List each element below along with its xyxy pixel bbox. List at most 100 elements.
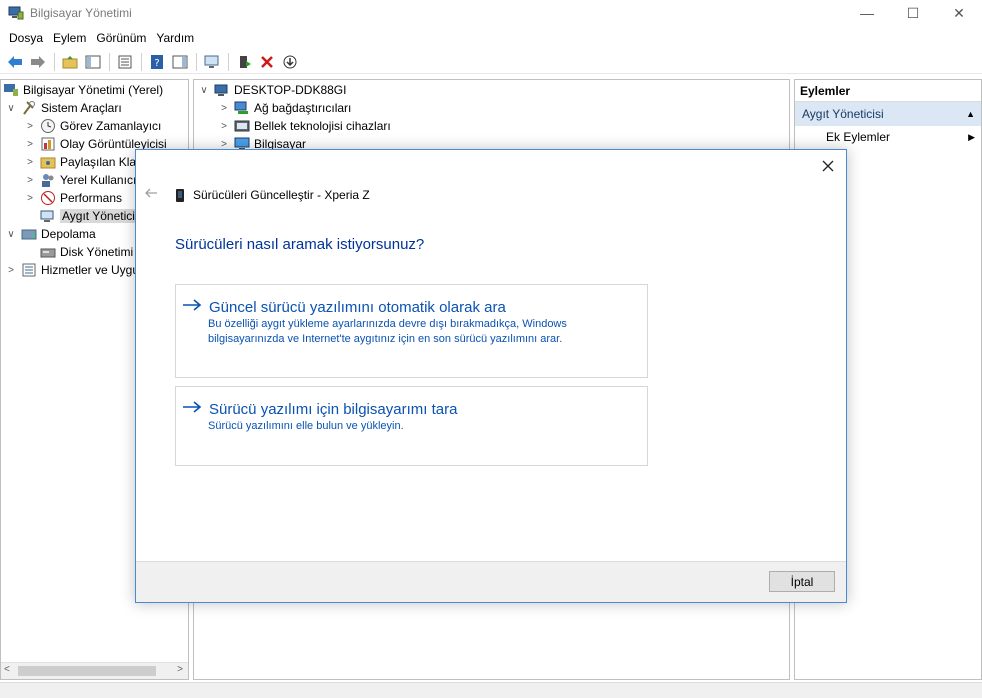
back-arrow-icon[interactable] [144,186,158,202]
chevron-right-icon[interactable]: > [218,121,230,132]
chevron-down-icon[interactable]: ∨ [198,85,210,96]
browse-computer-option[interactable]: Sürücü yazılımı için bilgisayarımı tara … [175,386,648,466]
tree-item-disk-management[interactable]: Disk Yönetimi [40,243,133,261]
minimize-button[interactable]: — [844,0,890,26]
more-actions-item[interactable]: Ek Eylemler ▶ [795,126,981,148]
svg-text:?: ? [154,58,159,69]
tree-item-system-tools[interactable]: ∨ Sistem Araçları [5,99,122,117]
scroll-right-icon[interactable]: > [177,664,183,675]
cancel-button[interactable]: İptal [769,571,835,592]
tree-item-network-adapters[interactable]: > Ağ bağdaştırıcıları [218,99,351,117]
menu-file[interactable]: Dosya [4,31,48,45]
memory-device-icon [234,118,250,134]
status-bar [0,682,982,698]
device-manager-icon [40,208,56,224]
update-driver-icon[interactable] [233,52,255,72]
toolbar-separator [196,52,197,71]
actions-section-device-manager[interactable]: Aygıt Yöneticisi ▲ [795,102,981,126]
help-icon[interactable]: ? [146,52,168,72]
window-controls: — ☐ ✕ [844,0,982,26]
scroll-left-icon[interactable]: < [4,664,10,675]
dialog-title: Sürücüleri Güncelleştir - Xperia Z [193,188,370,202]
submenu-arrow-icon: ▶ [968,131,975,142]
services-icon [21,262,37,278]
chevron-right-icon[interactable]: > [24,157,36,168]
computer-management-icon [8,5,24,21]
show-hide-tree-icon[interactable] [82,52,104,72]
tools-icon [21,100,37,116]
more-actions-label: Ek Eylemler [826,130,891,144]
maximize-button[interactable]: ☐ [890,0,936,26]
auto-search-title-text: Güncel sürücü yazılımını otomatik olarak… [209,298,506,316]
tree-item-label: Depolama [41,227,96,241]
dialog-close-button[interactable] [818,156,838,176]
tree-item-label: Görev Zamanlayıcı [60,119,162,133]
menu-bar: Dosya Eylem Görünüm Yardım [0,28,199,48]
shared-folder-icon [40,154,56,170]
scan-hardware-icon[interactable] [201,52,223,72]
phone-icon [176,188,184,202]
tree-item-computer-management[interactable]: Bilgisayar Yönetimi (Yerel) [3,81,163,99]
menu-action[interactable]: Eylem [48,31,91,45]
tree-item-label: Sistem Araçları [41,101,122,115]
forward-icon[interactable] [27,52,49,72]
tree-item-label: Disk Yönetimi [60,245,134,259]
menu-help[interactable]: Yardım [151,31,199,45]
auto-search-description: Bu özelliği aygıt yükleme ayarlarınızda … [208,318,567,345]
up-folder-icon[interactable] [59,52,81,72]
tree-item-label: Performans [60,191,123,205]
scrollbar-thumb[interactable] [18,666,156,676]
tree-item-label: Bellek teknolojisi cihazları [254,119,391,133]
browse-computer-title-text: Sürücü yazılımı için bilgisayarımı tara [209,400,458,418]
chevron-right-icon[interactable]: > [5,265,17,276]
chevron-right-icon[interactable]: > [24,121,36,132]
uninstall-icon[interactable] [256,52,278,72]
computer-icon [214,82,230,98]
toolbar-separator [228,52,229,71]
tree-item-label: Ağ bağdaştırıcıları [254,101,352,115]
download-icon[interactable] [279,52,301,72]
dialog-footer: İptal [136,561,846,602]
action-pane-icon[interactable] [169,52,191,72]
tree-item-task-scheduler[interactable]: > Görev Zamanlayıcı [24,117,161,135]
network-adapter-icon [234,100,250,116]
tree-item-performance[interactable]: > Performans [24,189,122,207]
storage-icon [21,226,37,242]
tree-item-device-manager[interactable]: Aygıt Yöneticisi [40,207,146,225]
close-window-button[interactable]: ✕ [936,0,982,26]
collapse-up-icon[interactable]: ▲ [966,109,975,119]
toolbar-separator [54,52,55,71]
chevron-right-icon[interactable]: > [24,139,36,150]
toolbar-separator [141,52,142,71]
dialog-header: Sürücüleri Güncelleştir - Xperia Z [176,188,370,202]
actions-section-label: Aygıt Yöneticisi [802,107,884,121]
horizontal-scrollbar[interactable]: < > [1,662,188,679]
toolbar: ? [0,50,982,74]
browse-computer-title: Sürücü yazılımı için bilgisayarımı tara [182,399,457,419]
chevron-right-icon[interactable]: > [218,139,230,150]
clock-icon [40,118,56,134]
close-icon [822,160,834,172]
tree-item-computer-root[interactable]: ∨ DESKTOP-DDK88GI [198,81,346,99]
chevron-right-icon[interactable]: > [218,103,230,114]
arrow-right-icon [182,297,202,317]
update-drivers-dialog: Sürücüleri Güncelleştir - Xperia Z Sürüc… [135,149,847,603]
properties-icon[interactable] [114,52,136,72]
tree-item-label: DESKTOP-DDK88GI [234,83,347,97]
computer-management-icon [3,82,19,98]
toolbar-separator [109,52,110,71]
menu-view[interactable]: Görünüm [91,31,151,45]
tree-item-storage[interactable]: ∨ Depolama [5,225,96,243]
event-viewer-icon [40,136,56,152]
chevron-right-icon[interactable]: > [24,175,36,186]
tree-item-memory-devices[interactable]: > Bellek teknolojisi cihazları [218,117,391,135]
actions-header: Eylemler [795,80,981,102]
back-icon[interactable] [4,52,26,72]
auto-search-option[interactable]: Güncel sürücü yazılımını otomatik olarak… [175,284,648,378]
disk-icon [40,244,56,260]
chevron-down-icon[interactable]: ∨ [5,103,17,114]
browse-computer-description: Sürücü yazılımını elle bulun ve yükleyin… [208,420,404,432]
chevron-right-icon[interactable]: > [24,193,36,204]
auto-search-title: Güncel sürücü yazılımını otomatik olarak… [182,297,506,317]
chevron-down-icon[interactable]: ∨ [5,229,17,240]
